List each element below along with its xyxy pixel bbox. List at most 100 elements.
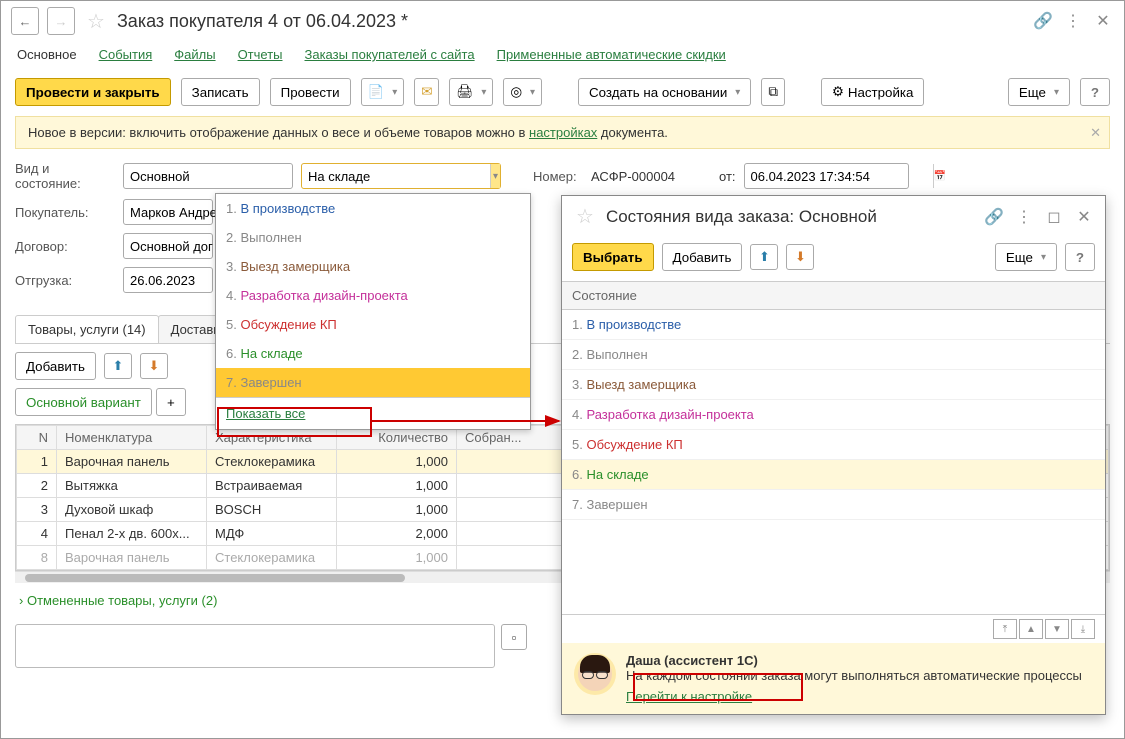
kind-combo[interactable]: ▾ [123, 163, 293, 189]
contract-field[interactable] [123, 233, 213, 259]
link-icon[interactable]: 🔗 [983, 206, 1005, 228]
ship-field[interactable] [123, 267, 213, 293]
window-title: Заказ покупателя 4 от 06.04.2023 * [117, 11, 1024, 32]
modal-list-item[interactable]: 2. Выполнен [562, 340, 1105, 370]
modal-list-item[interactable]: 6. На складе [562, 460, 1105, 490]
save-button[interactable]: Записать [181, 78, 260, 106]
print-icon-button[interactable]: 🖨 [449, 78, 493, 106]
nav-down-button[interactable]: ▼ [1045, 619, 1069, 639]
arrow-down-icon: ⬇ [148, 358, 159, 374]
assistant-banner: Даша (ассистент 1С) На каждом состоянии … [562, 643, 1105, 714]
add-row-button[interactable]: Добавить [15, 352, 96, 380]
gear-icon: ⚙ [832, 84, 844, 100]
link-icon[interactable]: 🔗 [1032, 10, 1054, 32]
banner-link[interactable]: настройках [529, 125, 597, 140]
status-combo[interactable]: ▾ [301, 163, 501, 189]
status-input[interactable] [302, 164, 490, 188]
states-modal: ☆ Состояния вида заказа: Основной 🔗 ⋮ ◻ … [561, 195, 1106, 715]
mail-icon-button[interactable]: ✉ [414, 78, 439, 106]
dropdown-item[interactable]: 4. Разработка дизайн-проекта [216, 281, 530, 310]
comment-textarea[interactable] [15, 624, 495, 668]
move-down-button[interactable]: ⬇ [140, 353, 168, 379]
main-toolbar: Провести и закрыть Записать Провести 📄 ✉… [1, 72, 1124, 116]
modal-title: Состояния вида заказа: Основной [606, 207, 975, 227]
kebab-menu-icon[interactable]: ⋮ [1013, 206, 1035, 228]
tab-discounts[interactable]: Примененные автоматические скидки [497, 47, 726, 62]
date-input[interactable] [745, 164, 933, 188]
print-icon: 🖨 [456, 84, 473, 100]
buyer-label: Покупатель: [15, 205, 115, 220]
kind-input[interactable] [124, 164, 312, 188]
info-banner: Новое в версии: включить отображение дан… [15, 116, 1110, 149]
document-icon: 📄 [368, 84, 385, 100]
back-button[interactable]: ← [11, 7, 39, 35]
post-and-close-button[interactable]: Провести и закрыть [15, 78, 171, 106]
dropdown-item[interactable]: 5. Обсуждение КП [216, 310, 530, 339]
tab-goods[interactable]: Товары, услуги (14) [15, 315, 159, 343]
modal-list-item[interactable]: 7. Завершен [562, 490, 1105, 520]
ship-label: Отгрузка: [15, 273, 115, 288]
dropdown-item[interactable]: 7. Завершен [216, 368, 530, 397]
banner-text-before: Новое в версии: включить отображение дан… [28, 125, 529, 140]
modal-down-button[interactable]: ⬇ [786, 244, 814, 270]
forward-button[interactable]: → [47, 7, 75, 35]
date-field[interactable]: 📅 [744, 163, 909, 189]
calendar-icon[interactable]: 📅 [933, 164, 946, 188]
kebab-menu-icon[interactable]: ⋮ [1062, 10, 1084, 32]
create-based-button[interactable]: Создать на основании [578, 78, 751, 106]
assistant-text: На каждом состоянии заказа могут выполня… [626, 668, 1082, 683]
structure-icon-button[interactable]: ⧉ [761, 78, 785, 106]
modal-up-button[interactable]: ⬆ [750, 244, 778, 270]
modal-col-header: Состояние [562, 282, 1105, 310]
dropdown-item[interactable]: 2. Выполнен [216, 223, 530, 252]
buyer-field[interactable] [123, 199, 213, 225]
comment-action-button[interactable]: ▫ [501, 624, 527, 650]
tab-reports[interactable]: Отчеты [238, 47, 283, 62]
assistant-settings-link[interactable]: Перейти к настройке [626, 689, 752, 704]
title-bar: ← → ☆ Заказ покупателя 4 от 06.04.2023 *… [1, 1, 1124, 41]
tab-files[interactable]: Файлы [174, 47, 215, 62]
add-variant-button[interactable]: + [156, 388, 186, 416]
close-icon[interactable]: ✕ [1073, 206, 1095, 228]
tab-site-orders[interactable]: Заказы покупателей с сайта [305, 47, 475, 62]
show-all-link[interactable]: Показать все [226, 406, 305, 421]
dropdown-item[interactable]: 3. Выезд замерщика [216, 252, 530, 281]
tab-events[interactable]: События [99, 47, 153, 62]
modal-more-button[interactable]: Еще [995, 243, 1057, 271]
close-icon[interactable]: ✕ [1092, 10, 1114, 32]
favorite-star-icon[interactable]: ☆ [87, 9, 105, 34]
status-dropdown-popup: 1. В производстве2. Выполнен3. Выезд зам… [215, 193, 531, 430]
settings-button[interactable]: ⚙ Настройка [821, 78, 925, 106]
assistant-name: Даша (ассистент 1С) [626, 653, 758, 668]
modal-add-button[interactable]: Добавить [662, 243, 743, 271]
more-button[interactable]: Еще [1008, 78, 1070, 106]
extra-icon-button[interactable]: ◎ [503, 78, 542, 106]
modal-list-item[interactable]: 1. В производстве [562, 310, 1105, 340]
dropdown-item[interactable]: 6. На складе [216, 339, 530, 368]
modal-list-item[interactable]: 3. Выезд замерщика [562, 370, 1105, 400]
help-button[interactable]: ? [1080, 78, 1110, 106]
contract-label: Договор: [15, 239, 115, 254]
nav-first-button[interactable]: ⤒ [993, 619, 1017, 639]
banner-close-icon[interactable]: ✕ [1090, 125, 1101, 141]
col-n[interactable]: N [17, 426, 57, 450]
modal-list-item[interactable]: 5. Обсуждение КП [562, 430, 1105, 460]
post-button[interactable]: Провести [270, 78, 351, 106]
cancelled-goods-link[interactable]: Отмененные товары, услуги (2) [19, 593, 217, 608]
modal-select-button[interactable]: Выбрать [572, 243, 654, 271]
gear-small-icon: ◎ [510, 84, 522, 100]
number-label: Номер: [533, 169, 583, 184]
main-variant-button[interactable]: Основной вариант [15, 388, 152, 416]
tab-main[interactable]: Основное [17, 47, 77, 62]
maximize-icon[interactable]: ◻ [1043, 206, 1065, 228]
nav-last-button[interactable]: ⤓ [1071, 619, 1095, 639]
document-icon-button[interactable]: 📄 [361, 78, 405, 106]
modal-help-button[interactable]: ? [1065, 243, 1095, 271]
dropdown-item[interactable]: 1. В производстве [216, 194, 530, 223]
chevron-down-icon[interactable]: ▾ [490, 164, 500, 188]
nav-up-button[interactable]: ▲ [1019, 619, 1043, 639]
col-name[interactable]: Номенклатура [57, 426, 207, 450]
modal-list-item[interactable]: 4. Разработка дизайн-проекта [562, 400, 1105, 430]
move-up-button[interactable]: ⬆ [104, 353, 132, 379]
favorite-star-icon[interactable]: ☆ [576, 204, 594, 229]
